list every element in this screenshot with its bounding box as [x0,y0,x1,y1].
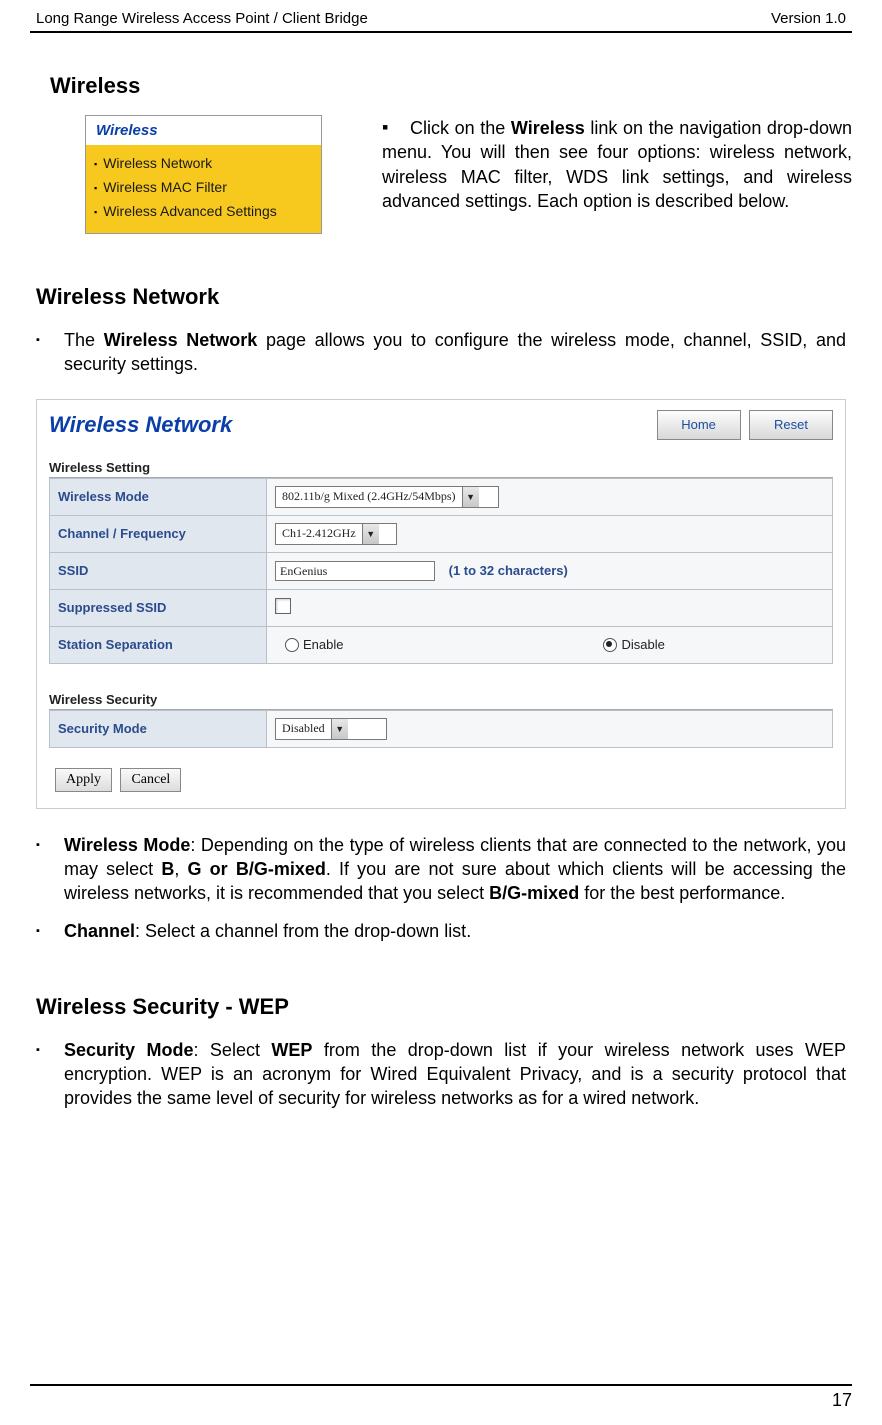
chevron-down-icon: ▼ [362,524,379,544]
panel-title: Wireless Network [49,404,232,446]
select-value: Ch1-2.412GHz [276,526,362,541]
header-left: Long Range Wireless Access Point / Clien… [36,10,368,27]
sidebar-item-wireless-network[interactable]: Wireless Network [92,151,315,175]
txt-bold: Wireless Network [104,330,258,350]
chevron-down-icon: ▼ [331,719,348,739]
security-table: Security Mode Disabled ▼ [49,710,833,748]
txt: for the best performance. [579,883,785,903]
select-value: 802.11b/g Mixed (2.4GHz/54Mbps) [276,489,462,504]
txt-bold: G or B/G-mixed [188,859,326,879]
bullet-icon: ▪ [36,1038,64,1111]
security-mode-select[interactable]: Disabled ▼ [275,718,387,740]
term: Security Mode [64,1040,193,1060]
section-security-title: Wireless Security - WEP [36,994,852,1020]
reset-button[interactable]: Reset [749,410,833,440]
txt: : Select a channel from the drop-down li… [135,921,471,941]
sidebar-nav-screenshot: Wireless Wireless Network Wireless MAC F… [85,115,322,234]
intro-paragraph: ▪Click on the Wireless link on the navig… [382,115,852,213]
row-label-channel: Channel / Frequency [50,515,267,552]
select-value: Disabled [276,721,331,736]
bullet-security-mode: ▪ Security Mode: Select WEP from the dro… [36,1038,846,1111]
term: Channel [64,921,135,941]
sidebar-item-advanced[interactable]: Wireless Advanced Settings [92,199,315,223]
settings-table: Wireless Mode 802.11b/g Mixed (2.4GHz/54… [49,478,833,664]
bullet-icon: ▪ [36,919,64,943]
page-footer: 17 [30,1384,852,1411]
doc-header: Long Range Wireless Access Point / Clien… [30,0,852,33]
cancel-button[interactable]: Cancel [120,768,181,792]
term: Wireless Mode [64,835,190,855]
radio-label: Disable [621,637,664,652]
ssid-input[interactable]: EnGenius [275,561,435,581]
bullet-wireless-mode: ▪ Wireless Mode: Depending on the type o… [36,833,846,906]
header-right: Version 1.0 [771,10,846,27]
intro-pre: Click on the [410,118,511,138]
txt-bold: B [161,859,174,879]
station-sep-enable-radio[interactable] [285,638,299,652]
radio-label: Enable [303,637,343,652]
group-wireless-security: Wireless Security [49,692,833,710]
network-intro-paragraph: ▪ The Wireless Network page allows you t… [36,328,846,377]
bullet-icon: ▪ [36,328,64,377]
page-number: 17 [832,1390,852,1410]
row-label-mode: Wireless Mode [50,478,267,515]
station-sep-disable-radio[interactable] [603,638,617,652]
sidebar-item-mac-filter[interactable]: Wireless MAC Filter [92,175,315,199]
group-wireless-setting: Wireless Setting [49,460,833,478]
txt-bold: WEP [271,1040,312,1060]
txt: : Select [193,1040,271,1060]
sidebar-header: Wireless [86,116,321,145]
bullet-icon: ▪ [36,833,64,906]
apply-button[interactable]: Apply [55,768,112,792]
txt-bold: B/G-mixed [489,883,579,903]
bullet-channel: ▪ Channel: Select a channel from the dro… [36,919,846,943]
row-label-ssid: SSID [50,552,267,589]
intro-bold: Wireless [511,118,585,138]
ssid-hint: (1 to 32 characters) [449,563,568,578]
wireless-mode-select[interactable]: 802.11b/g Mixed (2.4GHz/54Mbps) ▼ [275,486,499,508]
suppressed-ssid-checkbox[interactable] [275,598,291,614]
channel-select[interactable]: Ch1-2.412GHz ▼ [275,523,397,545]
section-wireless-title: Wireless [50,73,852,99]
row-label-suppressed: Suppressed SSID [50,589,267,626]
chevron-down-icon: ▼ [462,487,479,507]
txt: , [174,859,187,879]
bullet-icon: ▪ [382,115,392,125]
wireless-network-screenshot: Wireless Network Home Reset Wireless Set… [36,399,846,809]
section-network-title: Wireless Network [36,284,852,310]
row-label-security-mode: Security Mode [50,710,267,747]
txt: The [64,330,104,350]
home-button[interactable]: Home [657,410,741,440]
row-label-separation: Station Separation [50,626,267,663]
